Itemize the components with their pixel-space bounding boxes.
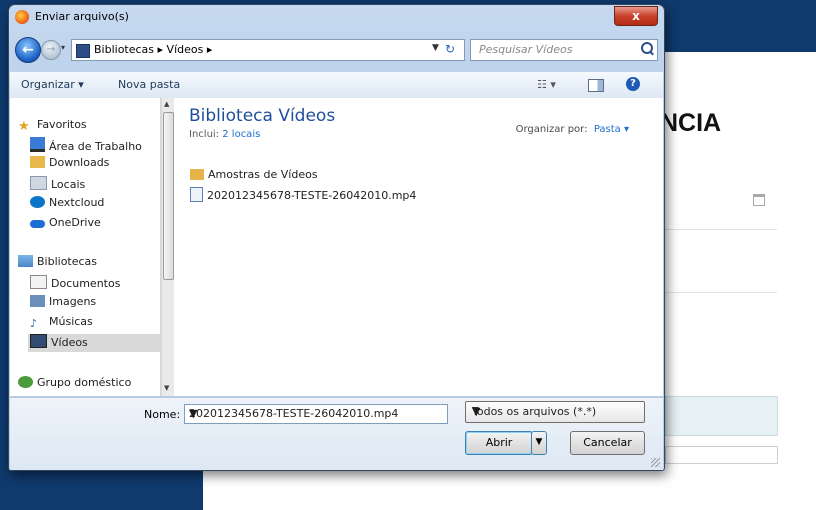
background-info-panel <box>665 396 778 436</box>
documents-icon <box>30 275 47 289</box>
library-locations-link[interactable]: 2 locais <box>222 129 260 140</box>
scroll-up-icon[interactable]: ▲ <box>164 100 169 108</box>
library-title: Biblioteca Vídeos <box>189 106 336 126</box>
video-file-icon <box>190 187 203 202</box>
nav-homegroup[interactable]: Grupo doméstico <box>18 376 131 394</box>
library-includes: Inclui: 2 locais <box>189 129 261 140</box>
preview-pane-icon[interactable] <box>588 79 604 92</box>
music-icon: ♪ <box>30 317 38 330</box>
scroll-thumb[interactable] <box>163 112 174 280</box>
nav-item-locais[interactable]: Locais <box>30 176 85 194</box>
refresh-icon[interactable]: ↻ <box>445 42 455 56</box>
nav-item-nextcloud[interactable]: Nextcloud <box>30 196 104 214</box>
filename-input[interactable]: 202012345678-TESTE-26042010.mp4 ▼ <box>184 404 448 424</box>
cancel-button[interactable]: Cancelar <box>570 431 645 455</box>
dialog-titlebar[interactable]: Enviar arquivo(s) x <box>9 5 664 29</box>
change-view-button[interactable]: ☷ ▾ <box>537 78 556 91</box>
address-bar[interactable]: Bibliotecas ▸ Vídeos ▸ ▼ ↻ <box>71 39 465 61</box>
places-icon <box>30 176 47 190</box>
dialog-footer: Nome: 202012345678-TESTE-26042010.mp4 ▼ … <box>10 397 663 470</box>
pictures-icon <box>30 295 45 307</box>
file-open-dialog: Enviar arquivo(s) x ← → ▾ Bibliotecas ▸ … <box>8 4 665 471</box>
homegroup-icon <box>18 376 33 388</box>
nav-item-desktop[interactable]: Área de Trabalho <box>30 137 142 155</box>
video-library-icon <box>76 44 90 58</box>
address-path[interactable]: Bibliotecas ▸ Vídeos ▸ <box>94 43 212 56</box>
file-type-select[interactable]: Todos os arquivos (*.*) ▼ <box>465 401 645 423</box>
scroll-down-icon[interactable]: ▼ <box>164 384 169 392</box>
search-placeholder: Pesquisar Vídeos <box>479 43 573 56</box>
libraries-icon <box>18 255 33 267</box>
nextcloud-icon <box>30 196 45 208</box>
navigation-pane: ★ Favoritos Área de Trabalho Downloads Lo… <box>10 98 161 396</box>
calendar-icon[interactable] <box>753 194 765 206</box>
dialog-title: Enviar arquivo(s) <box>35 10 129 23</box>
filename-dropdown-icon[interactable]: ▼ <box>189 407 444 420</box>
list-item-folder[interactable]: Amostras de Vídeos <box>190 168 318 181</box>
nav-scrollbar[interactable]: ▲ ▼ <box>161 98 174 396</box>
nav-item-musicas[interactable]: ♪ Músicas <box>30 315 93 333</box>
star-icon: ★ <box>18 119 30 134</box>
onedrive-icon <box>30 220 45 228</box>
list-item-file[interactable]: 202012345678-TESTE-26042010.mp4 <box>190 187 416 202</box>
arrange-by-dropdown[interactable]: Pasta ▾ <box>594 124 629 135</box>
background-heading: NCIA <box>660 109 722 137</box>
nav-item-downloads[interactable]: Downloads <box>30 156 109 174</box>
videos-icon <box>30 334 47 348</box>
command-bar: Organizar ▾ Nova pasta ☷ ▾ ? <box>10 71 663 99</box>
open-options-dropdown[interactable]: ▼ <box>531 431 547 455</box>
arrange-by: Organizar por: Pasta ▾ <box>515 124 629 135</box>
close-button[interactable]: x <box>614 6 658 26</box>
background-divider <box>665 229 777 230</box>
back-button[interactable]: ← <box>15 37 41 63</box>
open-button[interactable]: Abrir <box>465 431 533 455</box>
search-icon[interactable] <box>641 42 653 54</box>
background-input[interactable] <box>665 446 778 464</box>
nav-item-onedrive[interactable]: OneDrive <box>30 216 101 234</box>
address-dropdown-icon[interactable]: ▼ <box>432 43 439 53</box>
help-icon[interactable]: ? <box>626 77 640 91</box>
desktop-icon <box>30 137 45 152</box>
downloads-icon <box>30 156 45 168</box>
firefox-icon <box>15 10 29 24</box>
nav-favorites[interactable]: ★ Favoritos <box>18 118 87 136</box>
recent-locations-dropdown[interactable]: ▾ <box>61 43 65 52</box>
nav-item-documentos[interactable]: Documentos <box>30 275 120 293</box>
new-folder-button[interactable]: Nova pasta <box>118 78 180 91</box>
resize-grip[interactable] <box>651 458 660 467</box>
forward-button[interactable]: → <box>41 40 61 60</box>
background-divider <box>665 292 777 293</box>
address-row: ← → ▾ Bibliotecas ▸ Vídeos ▸ ▼ ↻ Pesquis… <box>15 37 658 63</box>
organize-button[interactable]: Organizar ▾ <box>21 78 84 91</box>
chevron-down-icon: ▼ <box>472 405 481 418</box>
folder-icon <box>190 169 204 180</box>
nav-libraries[interactable]: Bibliotecas <box>18 255 97 273</box>
nav-item-videos[interactable]: Vídeos <box>28 334 160 352</box>
filename-label: Nome: <box>144 408 181 421</box>
search-input[interactable]: Pesquisar Vídeos <box>470 39 658 61</box>
file-list-pane: Biblioteca Vídeos Inclui: 2 locais Organ… <box>174 98 663 396</box>
nav-item-imagens[interactable]: Imagens <box>30 295 96 313</box>
